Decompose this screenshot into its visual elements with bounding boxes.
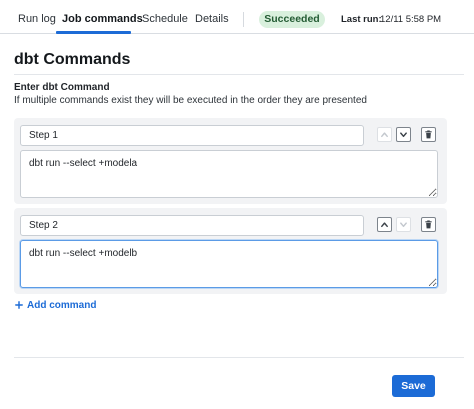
trash-icon: [425, 220, 432, 229]
title-divider: [14, 74, 464, 75]
step-2-name-input[interactable]: [20, 215, 364, 236]
step-1-move-down-button[interactable]: [396, 127, 411, 142]
tab-details[interactable]: Details: [195, 13, 229, 25]
tab-schedule[interactable]: Schedule: [142, 13, 188, 25]
last-run-value: 12/11 5:58 PM: [380, 14, 442, 25]
chevron-up-icon: [381, 222, 388, 228]
step-1-command-textarea[interactable]: dbt run --select +modela: [20, 150, 438, 198]
step-2-move-down-button: [396, 217, 411, 232]
chevron-up-icon: [381, 132, 388, 138]
step-1-delete-button[interactable]: [421, 127, 436, 142]
tab-divider: [243, 12, 244, 27]
step-2-delete-button[interactable]: [421, 217, 436, 232]
page-title: dbt Commands: [14, 51, 131, 68]
command-card-step-2: dbt run --select +modelb: [14, 208, 447, 294]
status-badge: Succeeded: [259, 11, 325, 28]
last-run-label: Last run:: [341, 14, 382, 25]
plus-icon: [15, 301, 23, 309]
tab-run-log[interactable]: Run log: [18, 13, 56, 25]
footer-divider: [14, 357, 464, 358]
tab-job-commands[interactable]: Job commands: [62, 13, 143, 25]
step-2-move-up-button[interactable]: [377, 217, 392, 232]
add-command-label: Add command: [27, 299, 97, 311]
active-tab-indicator: [56, 31, 131, 34]
chevron-down-icon: [400, 222, 407, 228]
command-card-step-1: dbt run --select +modela: [14, 118, 447, 204]
step-1-move-up-button: [377, 127, 392, 142]
step-1-name-input[interactable]: [20, 125, 364, 146]
trash-icon: [425, 130, 432, 139]
section-label: Enter dbt Command: [14, 82, 110, 93]
add-command-button[interactable]: Add command: [15, 298, 96, 312]
section-help-text: If multiple commands exist they will be …: [14, 95, 367, 106]
chevron-down-icon: [400, 132, 407, 138]
save-button[interactable]: Save: [392, 375, 435, 397]
tab-bar: Run log Job commands Schedule Details Su…: [0, 0, 474, 34]
step-2-command-textarea[interactable]: dbt run --select +modelb: [20, 240, 438, 288]
